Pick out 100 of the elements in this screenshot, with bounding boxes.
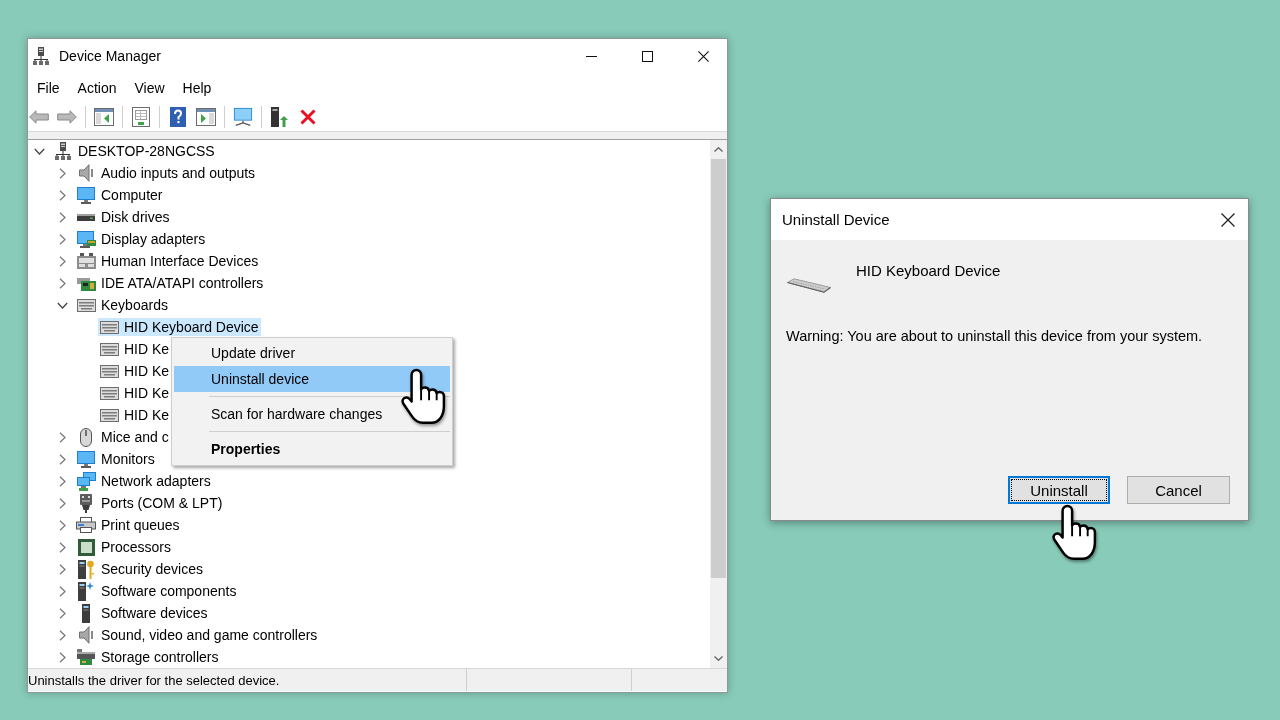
tree-item[interactable]: Disk drives: [75, 208, 172, 226]
menu-item[interactable]: File: [28, 76, 69, 99]
tree-item[interactable]: Security devices: [75, 560, 205, 578]
chevron-down-icon[interactable]: [33, 147, 45, 155]
window-panel-icon[interactable]: [94, 107, 114, 126]
tower-icon: [82, 603, 90, 623]
menu-item[interactable]: Action: [68, 76, 126, 99]
tree-item[interactable]: HID Ke: [98, 340, 172, 358]
context-menu-item[interactable]: Scan for hardware changes: [174, 401, 450, 427]
chevron-right-icon[interactable]: [58, 519, 66, 531]
scrollbar-thumb[interactable]: [711, 159, 726, 578]
tree-item[interactable]: IDE ATA/ATAPI controllers: [75, 274, 266, 292]
warning-text: Warning: You are about to uninstall this device from your system.: [786, 327, 1203, 345]
tree-item[interactable]: Storage controllers: [75, 648, 221, 666]
speaker-icon: [79, 164, 93, 182]
tree-item[interactable]: DESKTOP-28NGCSS: [52, 142, 217, 160]
scrollbar-track[interactable]: [710, 140, 727, 668]
keyboard-icon: [99, 342, 119, 356]
forward-arrow-icon[interactable]: [57, 109, 77, 124]
network-icon: [76, 471, 96, 491]
window-title: Device Manager: [59, 48, 161, 64]
chevron-up-icon[interactable]: [714, 147, 723, 152]
chevron-right-icon[interactable]: [58, 651, 66, 663]
chevron-down-icon[interactable]: [714, 656, 723, 661]
chevron-right-icon[interactable]: [58, 233, 66, 245]
tree-item[interactable]: HID Ke: [98, 406, 172, 424]
menu-item[interactable]: View: [125, 76, 174, 99]
tree-item[interactable]: Network adapters: [75, 472, 213, 490]
context-menu-item[interactable]: Uninstall device: [174, 366, 450, 392]
minimize-icon[interactable]: [586, 55, 597, 57]
tree-item[interactable]: Sound, video and game controllers: [75, 626, 320, 644]
controller-card-icon: [76, 275, 96, 291]
tree-item[interactable]: Display adapters: [75, 230, 208, 248]
keyboard-icon: [76, 298, 96, 312]
keyboard-icon: [99, 320, 119, 334]
chevron-right-icon[interactable]: [58, 585, 66, 597]
computer-network-icon: [55, 142, 71, 160]
tree-item[interactable]: Print queues: [75, 516, 182, 534]
chevron-right-icon[interactable]: [58, 167, 66, 179]
chevron-down-icon[interactable]: [56, 301, 68, 309]
monitor-icon[interactable]: [233, 106, 253, 127]
plug-icon: [79, 493, 93, 513]
tower-arrow-icon[interactable]: [271, 106, 289, 127]
chevron-right-icon[interactable]: [58, 211, 66, 223]
tree-item[interactable]: Human Interface Devices: [75, 252, 261, 270]
tree-item[interactable]: Monitors: [75, 450, 157, 468]
tree-item[interactable]: Software devices: [75, 604, 210, 622]
back-arrow-icon[interactable]: [29, 109, 49, 124]
chevron-right-icon[interactable]: [58, 541, 66, 553]
chevron-right-icon[interactable]: [58, 475, 66, 487]
tower-key-icon: [78, 559, 94, 579]
chevron-right-icon[interactable]: [58, 497, 66, 509]
chevron-right-icon[interactable]: [58, 607, 66, 619]
storage-controller-icon: [77, 649, 95, 665]
keyboard-icon: [99, 408, 119, 422]
chevron-right-icon[interactable]: [58, 453, 66, 465]
device-name: HID Keyboard Device: [856, 262, 1001, 280]
keyboard-icon: [99, 364, 119, 378]
tree-item[interactable]: Ports (COM & LPT): [75, 494, 225, 512]
monitor-card-icon: [76, 230, 96, 248]
tree-item[interactable]: Mice and c: [75, 428, 171, 446]
dialog-button[interactable]: Cancel: [1127, 476, 1230, 504]
disk-drive-icon: [77, 213, 95, 221]
sheet-icon[interactable]: [132, 106, 150, 127]
monitor-icon: [77, 186, 95, 204]
tree-item[interactable]: HID Keyboard Device: [98, 318, 261, 336]
chip-icon: [77, 538, 95, 556]
tree-item[interactable]: Software components: [75, 582, 239, 600]
tree-item[interactable]: HID Ke: [98, 362, 172, 380]
speaker-icon: [79, 626, 93, 644]
help-icon[interactable]: [170, 106, 186, 127]
keyboard-icon: [787, 278, 831, 293]
context-menu-item[interactable]: Update driver: [174, 340, 450, 366]
keyboard-icon: [99, 386, 119, 400]
dialog-title: Uninstall Device: [782, 211, 890, 228]
maximize-icon[interactable]: [642, 50, 653, 62]
chevron-right-icon[interactable]: [58, 431, 66, 443]
monitor-icon: [77, 450, 95, 468]
tree-item[interactable]: Keyboards: [75, 296, 170, 314]
tree-item[interactable]: Audio inputs and outputs: [75, 164, 258, 182]
menu-item[interactable]: Help: [173, 76, 221, 99]
tree-item[interactable]: Computer: [75, 186, 165, 204]
hand-pointer-icon: [1051, 504, 1097, 561]
tree-item[interactable]: Processors: [75, 538, 174, 556]
dialog-button[interactable]: Uninstall: [1008, 476, 1110, 504]
chevron-right-icon[interactable]: [58, 629, 66, 641]
printer-icon: [76, 517, 96, 533]
context-menu-item[interactable]: Properties: [174, 436, 450, 462]
computer-network-icon: [33, 47, 49, 65]
close-icon[interactable]: [698, 50, 709, 62]
close-icon[interactable]: [1221, 212, 1235, 227]
window-panel-icon[interactable]: [196, 107, 216, 126]
chevron-right-icon[interactable]: [58, 563, 66, 575]
chevron-right-icon[interactable]: [58, 277, 66, 289]
chevron-right-icon[interactable]: [58, 189, 66, 201]
delete-icon[interactable]: [300, 108, 316, 125]
tree-item[interactable]: HID Ke: [98, 384, 172, 402]
tower-sparkle-icon: [78, 581, 94, 601]
hand-pointer-icon: [400, 368, 446, 425]
chevron-right-icon[interactable]: [58, 255, 66, 267]
